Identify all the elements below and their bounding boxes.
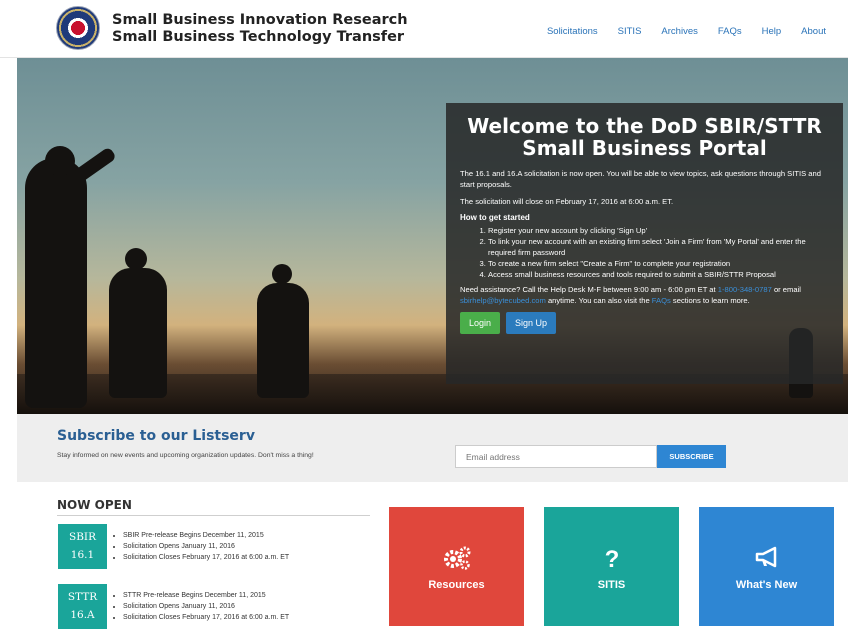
solicitation-open-text: The 16.1 and 16.A solicitation is now op… [460, 169, 821, 189]
badge-version: 16.A [70, 609, 95, 621]
welcome-title: Welcome to the DoD SBIR/STTR Small Busin… [460, 115, 829, 159]
tile-label: What's New [735, 579, 798, 591]
email-input[interactable] [455, 445, 657, 468]
subscribe-button[interactable]: SUBSCRIBE [657, 445, 726, 468]
badge-version: 16.1 [70, 549, 95, 561]
nav-about[interactable]: About [801, 26, 826, 37]
now-open-heading: NOW OPEN [57, 498, 132, 512]
nav-solicitations[interactable]: Solicitations [547, 26, 598, 37]
nav-faqs[interactable]: FAQs [718, 26, 742, 37]
assist-text-mid2: anytime. You can also visit the [547, 296, 650, 305]
help-phone-link[interactable]: 1-800-348-0787 [718, 285, 772, 294]
gears-icon [389, 545, 524, 576]
tile-label: SITIS [597, 579, 626, 591]
list-item: Solicitation Opens January 11, 2016 [123, 541, 289, 552]
site-title-line1: Small Business Innovation Research [112, 12, 408, 28]
dod-seal-logo[interactable] [56, 6, 100, 50]
svg-text:?: ? [604, 546, 619, 571]
resources-tile[interactable]: Resources [389, 507, 524, 626]
auth-buttons: Login Sign Up [460, 312, 829, 334]
badge-program: STTR [67, 591, 98, 603]
site-title[interactable]: Small Business Innovation Research Small… [112, 12, 408, 46]
faqs-link[interactable]: FAQs [652, 296, 671, 305]
megaphone-icon [699, 545, 834, 574]
list-item: STTR Pre-release Begins December 11, 201… [123, 590, 289, 601]
divider [57, 515, 370, 516]
step-item: Register your new account by clicking 'S… [488, 225, 829, 236]
sttr-dates-list: STTR Pre-release Begins December 11, 201… [117, 590, 289, 623]
step-item: To link your new account with an existin… [488, 236, 829, 258]
top-nav: Solicitations SITIS Archives FAQs Help A… [527, 26, 826, 37]
list-item: SBIR Pre-release Begins December 11, 201… [123, 530, 289, 541]
badge-program: SBIR [69, 531, 96, 543]
signup-button[interactable]: Sign Up [506, 312, 557, 334]
sbir-badge[interactable]: SBIR 16.1 [58, 524, 107, 569]
nav-help[interactable]: Help [762, 26, 782, 37]
login-button[interactable]: Login [460, 312, 501, 334]
nav-archives[interactable]: Archives [661, 26, 697, 37]
welcome-panel: Welcome to the DoD SBIR/STTR Small Busin… [446, 103, 843, 384]
tile-label: Resources [428, 579, 485, 591]
assist-text-post: sections to learn more. [672, 296, 750, 305]
assist-text-mid1: or email [773, 285, 801, 294]
subscribe-description: Stay informed on new events and upcoming… [57, 452, 314, 459]
subscribe-band: Subscribe to our Listserv Stay informed … [17, 414, 848, 482]
help-email-link[interactable]: sbirhelp@bytecubed.com [460, 296, 546, 305]
assistance-text: Need assistance? Call the Help Desk M-F … [460, 284, 829, 306]
sttr-badge[interactable]: STTR 16.A [58, 584, 107, 629]
list-item: Solicitation Closes February 17, 2016 at… [123, 612, 289, 623]
getting-started-steps: Register your new account by clicking 'S… [488, 225, 829, 280]
whats-new-tile[interactable]: What's New [699, 507, 834, 626]
list-item: Solicitation Closes February 17, 2016 at… [123, 552, 289, 563]
sitis-tile[interactable]: ? SITIS [544, 507, 679, 626]
subscribe-title: Subscribe to our Listserv [57, 428, 255, 444]
welcome-title-line1: Welcome to the DoD SBIR/STTR [467, 114, 822, 138]
site-title-line2: Small Business Technology Transfer [112, 29, 405, 45]
question-icon: ? [544, 545, 679, 576]
welcome-title-line2: Small Business Portal [522, 136, 767, 160]
step-item: To create a new firm select "Create a Fi… [488, 258, 829, 269]
hero-banner: Welcome to the DoD SBIR/STTR Small Busin… [17, 58, 848, 414]
assist-text-pre: Need assistance? Call the Help Desk M-F … [460, 285, 716, 294]
solicitation-close-text: The solicitation will close on February … [460, 197, 674, 206]
nav-sitis[interactable]: SITIS [618, 26, 642, 37]
step-item: Access small business resources and tool… [488, 269, 829, 280]
sbir-dates-list: SBIR Pre-release Begins December 11, 201… [117, 530, 289, 563]
how-to-heading: How to get started [460, 213, 530, 222]
site-header: Small Business Innovation Research Small… [0, 0, 848, 58]
list-item: Solicitation Opens January 11, 2016 [123, 601, 289, 612]
